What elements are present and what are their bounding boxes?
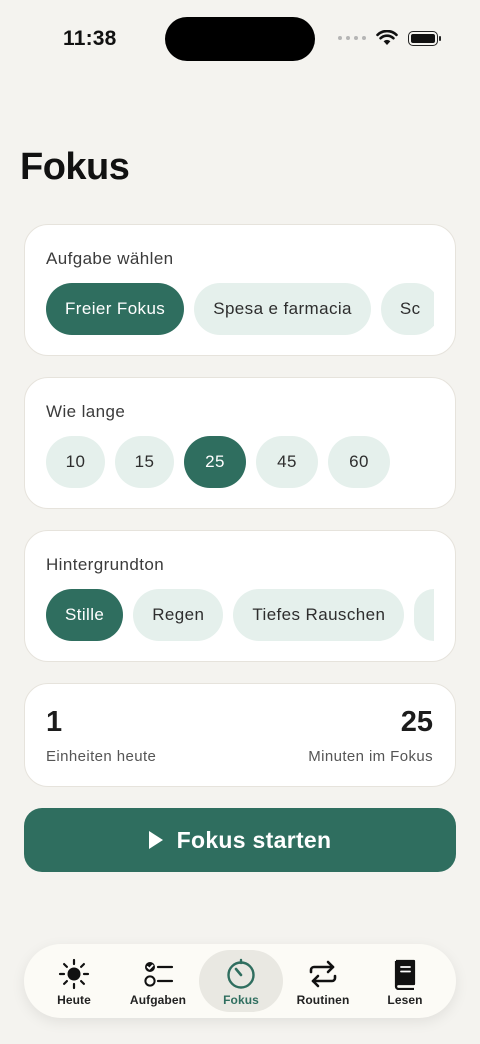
- tab-label-fokus: Fokus: [223, 993, 259, 1007]
- tab-label-lesen: Lesen: [387, 993, 423, 1007]
- tab-fokus[interactable]: Fokus: [199, 950, 283, 1012]
- units-today-label: Einheiten heute: [46, 748, 157, 765]
- timer-icon: [227, 958, 255, 989]
- status-icons: [338, 30, 441, 46]
- status-bar: 11:38: [0, 0, 480, 80]
- tab-lesen[interactable]: Lesen: [363, 950, 447, 1012]
- background-sound-card: Hintergrundton Stille Regen Tiefes Rausc…: [24, 530, 456, 662]
- background-sound-card-title: Hintergrundton: [46, 555, 165, 574]
- cellular-signal-icon: [338, 36, 366, 40]
- wifi-icon: [376, 30, 398, 45]
- duration-chip-row: 10 15 25 45 60: [46, 436, 434, 488]
- start-focus-button[interactable]: Fokus starten: [24, 808, 456, 872]
- play-icon: [148, 831, 163, 849]
- duration-chip-25[interactable]: 25: [184, 436, 246, 488]
- tab-label-routinen: Routinen: [296, 993, 350, 1007]
- sound-chip-partial[interactable]: [414, 589, 434, 641]
- task-chip-row[interactable]: Freier Fokus Spesa e farmacia Sc: [46, 283, 434, 335]
- checklist-icon: [144, 962, 174, 987]
- page-title: Fokus: [20, 146, 130, 188]
- duration-chip-15[interactable]: 15: [115, 436, 174, 488]
- sound-chip-tiefes-rauschen[interactable]: Tiefes Rauschen: [233, 589, 405, 641]
- sound-chip-stille[interactable]: Stille: [46, 589, 124, 641]
- battery-icon: [408, 30, 441, 46]
- book-icon: [394, 959, 416, 990]
- focus-minutes-label: Minuten im Fokus: [308, 748, 433, 765]
- sun-icon: [58, 958, 90, 990]
- tab-label-aufgaben: Aufgaben: [129, 993, 187, 1007]
- task-chip-spesa-e-farmacia[interactable]: Spesa e farmacia: [194, 283, 371, 335]
- sound-chip-regen[interactable]: Regen: [133, 589, 224, 641]
- task-chip-freier-fokus[interactable]: Freier Fokus: [46, 283, 185, 335]
- duration-chip-60[interactable]: 60: [328, 436, 390, 488]
- focus-minutes-value: 25: [400, 706, 433, 738]
- start-focus-label: Fokus starten: [176, 826, 332, 853]
- task-chip-partial[interactable]: Sc: [380, 283, 434, 335]
- dynamic-island: [165, 17, 315, 61]
- task-card-title: Aufgabe wählen: [46, 249, 174, 268]
- duration-chip-10[interactable]: 10: [46, 436, 105, 488]
- tab-routinen[interactable]: Routinen: [281, 950, 365, 1012]
- tab-label-heute: Heute: [57, 993, 91, 1007]
- duration-card: Wie lange 10 15 25 45 60: [24, 377, 456, 509]
- sound-chip-row[interactable]: Stille Regen Tiefes Rauschen: [46, 589, 434, 641]
- status-time: 11:38: [63, 27, 117, 50]
- units-today-value: 1: [46, 706, 63, 738]
- duration-card-title: Wie lange: [46, 402, 126, 421]
- tab-heute[interactable]: Heute: [32, 950, 116, 1012]
- task-card: Aufgabe wählen Freier Fokus Spesa e farm…: [24, 224, 456, 356]
- tab-aufgaben[interactable]: Aufgaben: [116, 950, 200, 1012]
- stats-card: 1 Einheiten heute 25 Minuten im Fokus: [24, 683, 456, 787]
- duration-chip-45[interactable]: 45: [256, 436, 318, 488]
- tab-bar: Heute Aufgaben Fokus Routinen Lesen: [24, 944, 456, 1018]
- repeat-icon: [309, 960, 337, 988]
